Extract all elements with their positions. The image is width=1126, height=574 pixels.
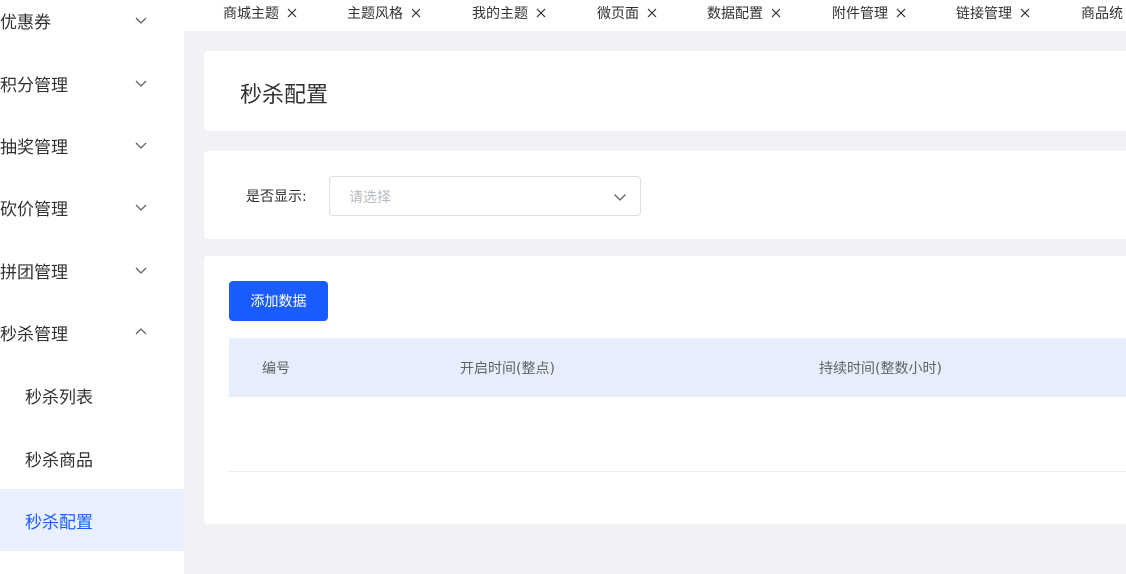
tab-micro-page[interactable]: 微页面 xyxy=(597,0,657,26)
filter-card: 是否显示: 请选择 xyxy=(204,151,1126,239)
table-header: 编号 开启时间(整点) 持续时间(整数小时) xyxy=(229,338,1126,397)
tab-my-theme[interactable]: 我的主题 xyxy=(472,0,546,26)
chevron-down-icon xyxy=(135,267,147,274)
tab-attachments[interactable]: 附件管理 xyxy=(832,0,906,26)
sidebar-item-label: 抽奖管理 xyxy=(0,137,68,158)
chevron-down-icon xyxy=(135,142,147,149)
page-title: 秒杀配置 xyxy=(240,83,329,108)
add-data-button[interactable]: 添加数据 xyxy=(229,281,328,321)
chevron-down-icon xyxy=(135,204,147,211)
close-icon[interactable] xyxy=(1020,8,1030,18)
page-header-card: 秒杀配置 xyxy=(204,51,1126,131)
table-divider xyxy=(229,471,1126,472)
chevron-up-icon xyxy=(135,328,147,335)
sidebar-item-lottery[interactable]: 抽奖管理 xyxy=(0,114,184,176)
chevron-down-icon xyxy=(135,17,147,24)
sidebar-subitem-label: 秒杀列表 xyxy=(25,387,93,408)
tab-label: 链接管理 xyxy=(956,6,1012,22)
sidebar-item-flash-sale[interactable]: 秒杀管理 xyxy=(0,301,184,363)
sidebar-item-points[interactable]: 积分管理 xyxy=(0,52,184,114)
close-icon[interactable] xyxy=(287,8,297,18)
chevron-down-icon xyxy=(135,80,147,87)
sidebar-item-label: 砍价管理 xyxy=(0,199,68,220)
tab-label: 附件管理 xyxy=(832,6,888,22)
sidebar-subitem-flash-products[interactable]: 秒杀商品 xyxy=(0,427,184,489)
tab-label: 数据配置 xyxy=(707,6,763,22)
tab-label: 主题风格 xyxy=(347,6,403,22)
sidebar-item-group-buy[interactable]: 拼团管理 xyxy=(0,239,184,301)
tab-mall-theme[interactable]: 商城主题 xyxy=(223,0,297,26)
tab-bar: 商城主题 主题风格 我的主题 微页面 数据配置 附件管理 链接管理 商品统 xyxy=(184,0,1126,31)
sidebar: 优惠券 积分管理 抽奖管理 砍价管理 拼团管理 秒杀管理 秒杀列表 秒杀商品 秒… xyxy=(0,0,184,574)
close-icon[interactable] xyxy=(896,8,906,18)
tab-label: 微页面 xyxy=(597,6,639,22)
sidebar-subitem-flash-list[interactable]: 秒杀列表 xyxy=(0,364,184,426)
close-icon[interactable] xyxy=(411,8,421,18)
close-icon[interactable] xyxy=(536,8,546,18)
select-placeholder: 请选择 xyxy=(349,190,391,206)
close-icon[interactable] xyxy=(771,8,781,18)
sidebar-subitem-flash-config[interactable]: 秒杀配置 xyxy=(0,489,184,551)
sidebar-item-label: 积分管理 xyxy=(0,75,68,96)
tab-product-stats[interactable]: 商品统 xyxy=(1081,0,1123,26)
close-icon[interactable] xyxy=(647,8,657,18)
column-header: 持续时间(整数小时) xyxy=(819,361,942,377)
sidebar-item-label: 优惠券 xyxy=(0,12,51,33)
table-card: 添加数据 编号 开启时间(整点) 持续时间(整数小时) xyxy=(204,256,1126,524)
column-header: 开启时间(整点) xyxy=(460,361,555,377)
tab-label: 我的主题 xyxy=(472,6,528,22)
sidebar-item-label: 秒杀管理 xyxy=(0,324,68,345)
filter-label: 是否显示: xyxy=(246,189,307,205)
sidebar-item-coupon[interactable]: 优惠券 xyxy=(0,0,184,51)
sidebar-subitem-label: 秒杀商品 xyxy=(25,450,93,471)
tab-theme-style[interactable]: 主题风格 xyxy=(347,0,421,26)
sidebar-item-bargain[interactable]: 砍价管理 xyxy=(0,176,184,238)
tab-data-config[interactable]: 数据配置 xyxy=(707,0,781,26)
sidebar-item-label: 拼团管理 xyxy=(0,262,68,283)
display-select[interactable]: 请选择 xyxy=(329,176,641,216)
tab-links[interactable]: 链接管理 xyxy=(956,0,1030,26)
sidebar-subitem-label: 秒杀配置 xyxy=(25,512,93,533)
tab-label: 商城主题 xyxy=(223,6,279,22)
tab-label: 商品统 xyxy=(1081,6,1123,22)
column-header: 编号 xyxy=(262,361,290,377)
app-root: 优惠券 积分管理 抽奖管理 砍价管理 拼团管理 秒杀管理 秒杀列表 秒杀商品 秒… xyxy=(0,0,1126,574)
chevron-down-icon xyxy=(614,194,626,201)
